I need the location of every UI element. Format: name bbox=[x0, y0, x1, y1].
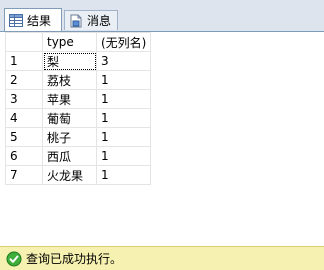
grid-icon bbox=[9, 13, 23, 27]
row-number[interactable]: 3 bbox=[5, 89, 43, 109]
column-header-count[interactable]: (无列名) bbox=[95, 32, 152, 52]
tab-results[interactable]: 结果 bbox=[4, 8, 62, 31]
cell-count[interactable]: 3 bbox=[95, 51, 152, 71]
row-number[interactable]: 4 bbox=[5, 108, 43, 128]
row-number[interactable]: 1 bbox=[5, 51, 43, 71]
success-check-icon bbox=[6, 251, 22, 266]
tab-messages-label: 消息 bbox=[87, 14, 112, 28]
results-tab-strip: 结果 消息 bbox=[0, 8, 324, 32]
cell-count[interactable]: 1 bbox=[95, 127, 152, 147]
cell-type[interactable]: 葡萄 bbox=[42, 108, 97, 128]
row-number[interactable]: 2 bbox=[5, 70, 43, 90]
cell-count[interactable]: 1 bbox=[95, 165, 152, 185]
table-row[interactable]: 1 梨 3 bbox=[5, 51, 152, 71]
cell-count[interactable]: 1 bbox=[95, 89, 152, 109]
cell-count[interactable]: 1 bbox=[95, 146, 152, 166]
row-number[interactable]: 5 bbox=[5, 127, 43, 147]
grid-corner-header[interactable] bbox=[5, 32, 43, 52]
row-number[interactable]: 6 bbox=[5, 146, 43, 166]
status-text: 查询已成功执行。 bbox=[26, 252, 123, 266]
cell-type[interactable]: 苹果 bbox=[42, 89, 97, 109]
column-header-type[interactable]: type bbox=[42, 32, 97, 52]
status-bar: 查询已成功执行。 bbox=[0, 246, 324, 270]
results-grid-area: type (无列名) 1 梨 3 2 荔枝 1 3 苹果 1 4 葡萄 1 5 … bbox=[0, 32, 324, 246]
row-number[interactable]: 7 bbox=[5, 165, 43, 185]
cell-type[interactable]: 梨 bbox=[42, 51, 97, 71]
table-row[interactable]: 5 桃子 1 bbox=[5, 127, 152, 147]
cell-type[interactable]: 荔枝 bbox=[42, 70, 97, 90]
cell-type[interactable]: 火龙果 bbox=[42, 165, 97, 185]
cell-count[interactable]: 1 bbox=[95, 108, 152, 128]
table-row[interactable]: 4 葡萄 1 bbox=[5, 108, 152, 128]
results-grid: type (无列名) 1 梨 3 2 荔枝 1 3 苹果 1 4 葡萄 1 5 … bbox=[5, 32, 152, 185]
message-icon bbox=[70, 14, 82, 27]
table-row[interactable]: 6 西瓜 1 bbox=[5, 146, 152, 166]
cell-type[interactable]: 桃子 bbox=[42, 127, 97, 147]
tab-results-label: 结果 bbox=[27, 13, 52, 28]
cell-count[interactable]: 1 bbox=[95, 70, 152, 90]
table-row[interactable]: 3 苹果 1 bbox=[5, 89, 152, 109]
tab-messages[interactable]: 消息 bbox=[64, 10, 118, 30]
table-row[interactable]: 7 火龙果 1 bbox=[5, 165, 152, 185]
cell-type[interactable]: 西瓜 bbox=[42, 146, 97, 166]
table-row[interactable]: 2 荔枝 1 bbox=[5, 70, 152, 90]
